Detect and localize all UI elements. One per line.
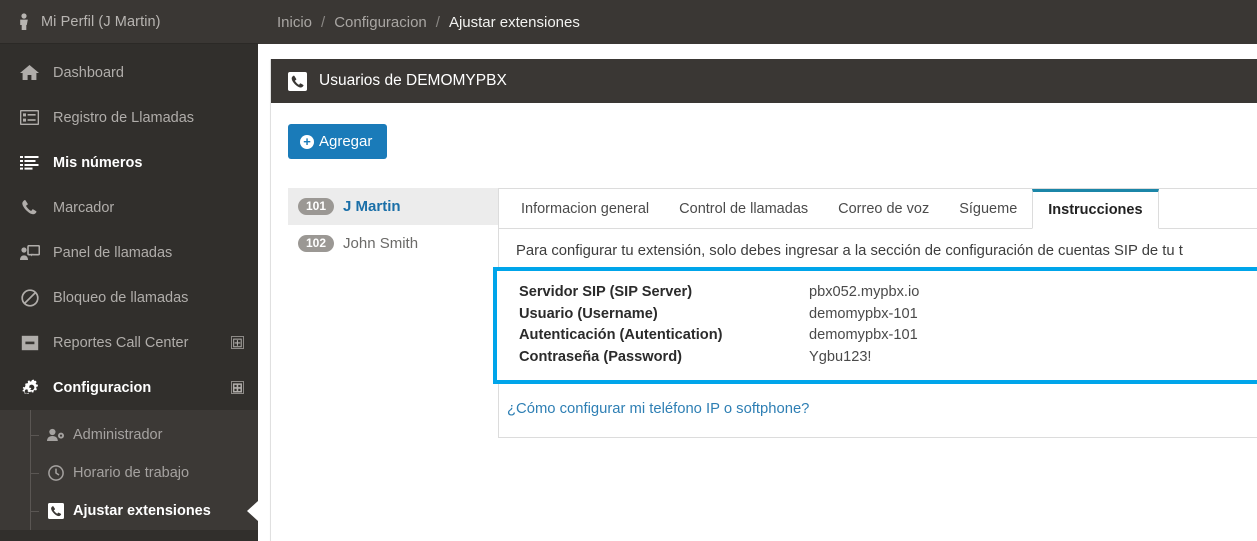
sidebar-item-reportes-call-center[interactable]: Reportes Call Center ⊞	[0, 320, 258, 365]
phone-box-icon	[46, 503, 65, 519]
tab-content-instrucciones: Para configurar tu extensión, solo debes…	[493, 229, 1257, 434]
extension-badge: 101	[298, 198, 335, 215]
sidebar-item-dashboard[interactable]: Dashboard	[0, 50, 258, 95]
tab-area: Informacion general Control de llamadas …	[493, 188, 1257, 438]
sidebar-item-label: Panel de llamadas	[53, 244, 173, 261]
panel-title-prefix: Usuarios de	[319, 72, 407, 89]
sidebar: Mi Perfil (J Martin) Dashboard Registro …	[0, 0, 258, 541]
table-row: Autenticación (Autentication) demomypbx-…	[519, 325, 1257, 347]
sidebar-subitem-horario-de-trabajo[interactable]: Horario de trabajo	[0, 454, 258, 492]
app-window: Mi Perfil (J Martin) Dashboard Registro …	[0, 0, 1257, 541]
home-icon	[19, 64, 40, 81]
credential-key: Autenticación (Autentication)	[519, 327, 723, 343]
tab-informacion-general[interactable]: Informacion general	[506, 190, 664, 229]
tab-bar: Informacion general Control de llamadas …	[499, 189, 1257, 229]
screen-icon	[19, 244, 40, 261]
breadcrumb-separator: /	[321, 13, 326, 31]
instructions-paragraph: Para configurar tu extensión, solo debes…	[516, 243, 1183, 259]
add-user-button[interactable]: + Agregar	[288, 124, 388, 159]
configure-phone-link[interactable]: ¿Cómo configurar mi teléfono IP o softph…	[499, 384, 1257, 434]
panel-body: + Agregar 101 J Martin 102 John Smith In…	[271, 103, 1257, 438]
user-list: 101 J Martin 102 John Smith	[288, 188, 498, 438]
breadcrumb-item-inicio[interactable]: Inicio	[277, 14, 312, 31]
sip-credentials-box: Servidor SIP (SIP Server) pbx052.mypbx.i…	[493, 267, 1257, 384]
active-pointer-icon	[247, 501, 258, 521]
list-item[interactable]: 101 J Martin	[288, 188, 498, 225]
panel-header: Usuarios de DEMOMYPBX	[271, 59, 1257, 103]
sidebar-item-marcador[interactable]: Marcador	[0, 185, 258, 230]
table-row: Contraseña (Password) Ygbu123!	[519, 347, 1257, 369]
report-icon	[19, 335, 40, 351]
sidebar-item-label: Marcador	[53, 199, 115, 216]
user-icon	[18, 12, 30, 31]
sidebar-item-label: Reportes Call Center	[53, 334, 189, 351]
users-panel: Usuarios de DEMOMYPBX + Agregar 101 J Ma…	[270, 59, 1257, 541]
tab-panel: Informacion general Control de llamadas …	[493, 188, 1257, 438]
sidebar-nav: Dashboard Registro de Llamadas Mis númer…	[0, 44, 258, 530]
expand-icon[interactable]: ⊞	[231, 336, 244, 349]
content-area: Usuarios de DEMOMYPBX + Agregar 101 J Ma…	[258, 44, 1257, 541]
phone-box-icon	[288, 71, 307, 91]
panel-title: Usuarios de DEMOMYPBX	[319, 72, 507, 90]
list-icon	[19, 110, 40, 125]
sidebar-item-panel-de-llamadas[interactable]: Panel de llamadas	[0, 230, 258, 275]
sidebar-item-label: Mis números	[53, 154, 143, 171]
user-name: J Martin	[343, 198, 401, 215]
credential-value: Ygbu123!	[809, 348, 872, 365]
sidebar-submenu-configuracion: Administrador Horario de trabajo Ajustar…	[0, 410, 258, 530]
tab-instrucciones[interactable]: Instrucciones	[1032, 189, 1159, 229]
sidebar-item-bloqueo-de-llamadas[interactable]: Bloqueo de llamadas	[0, 275, 258, 320]
expand-icon[interactable]: ⊞	[231, 381, 244, 394]
list-item[interactable]: 102 John Smith	[288, 225, 498, 262]
sidebar-item-label: Dashboard	[53, 64, 124, 81]
breadcrumb: Inicio / Configuracion / Ajustar extensi…	[258, 0, 1257, 44]
sidebar-item-label: Configuracion	[53, 379, 152, 396]
tab-correo-de-voz[interactable]: Correo de voz	[823, 190, 944, 229]
sidebar-subitem-label: Ajustar extensiones	[73, 503, 211, 519]
user-name: John Smith	[343, 235, 419, 252]
numbers-icon	[19, 155, 40, 170]
add-user-button-label: Agregar	[319, 133, 373, 150]
profile-label: Mi Perfil (J Martin)	[41, 13, 161, 30]
sidebar-item-configuracion[interactable]: Configuracion ⊞	[0, 365, 258, 410]
breadcrumb-separator: /	[435, 13, 440, 31]
sidebar-item-mis-numeros[interactable]: Mis números	[0, 140, 258, 185]
credential-key: Contraseña (Password)	[519, 348, 683, 365]
table-row: Servidor SIP (SIP Server) pbx052.mypbx.i…	[519, 282, 1257, 304]
credential-value: demomypbx-101	[809, 327, 918, 343]
table-row: Usuario (Username) demomypbx-101	[519, 304, 1257, 326]
user-gear-icon	[46, 428, 65, 442]
main-area: Inicio / Configuracion / Ajustar extensi…	[258, 0, 1257, 541]
credential-key: Usuario (Username)	[519, 305, 658, 322]
panel-title-account: DEMOMYPBX	[406, 72, 507, 89]
sidebar-subitem-label: Horario de trabajo	[73, 465, 190, 481]
credential-value: pbx052.mypbx.io	[809, 284, 920, 300]
breadcrumb-item-configuracion[interactable]: Configuracion	[334, 14, 427, 31]
credential-value: demomypbx-101	[809, 305, 918, 322]
credential-key: Servidor SIP (SIP Server)	[519, 284, 693, 300]
sidebar-item-registro-de-llamadas[interactable]: Registro de Llamadas	[0, 95, 258, 140]
sidebar-item-label: Registro de Llamadas	[53, 109, 195, 126]
block-icon	[19, 288, 40, 307]
tab-control-de-llamadas[interactable]: Control de llamadas	[664, 190, 823, 229]
users-columns: 101 J Martin 102 John Smith Informacion …	[288, 188, 1257, 438]
sidebar-profile[interactable]: Mi Perfil (J Martin)	[0, 0, 258, 44]
tab-sigueme[interactable]: Sígueme	[944, 190, 1032, 229]
plus-circle-icon: +	[300, 134, 314, 149]
extension-badge: 102	[298, 235, 335, 252]
clock-icon	[46, 465, 65, 481]
phone-icon	[19, 199, 40, 216]
sidebar-subitem-label: Administrador	[73, 427, 163, 443]
gears-icon	[19, 378, 40, 397]
sidebar-subitem-ajustar-extensiones[interactable]: Ajustar extensiones	[0, 492, 258, 530]
sidebar-item-label: Bloqueo de llamadas	[53, 289, 189, 306]
breadcrumb-item-current: Ajustar extensiones	[448, 13, 580, 31]
sidebar-subitem-administrador[interactable]: Administrador	[0, 416, 258, 454]
